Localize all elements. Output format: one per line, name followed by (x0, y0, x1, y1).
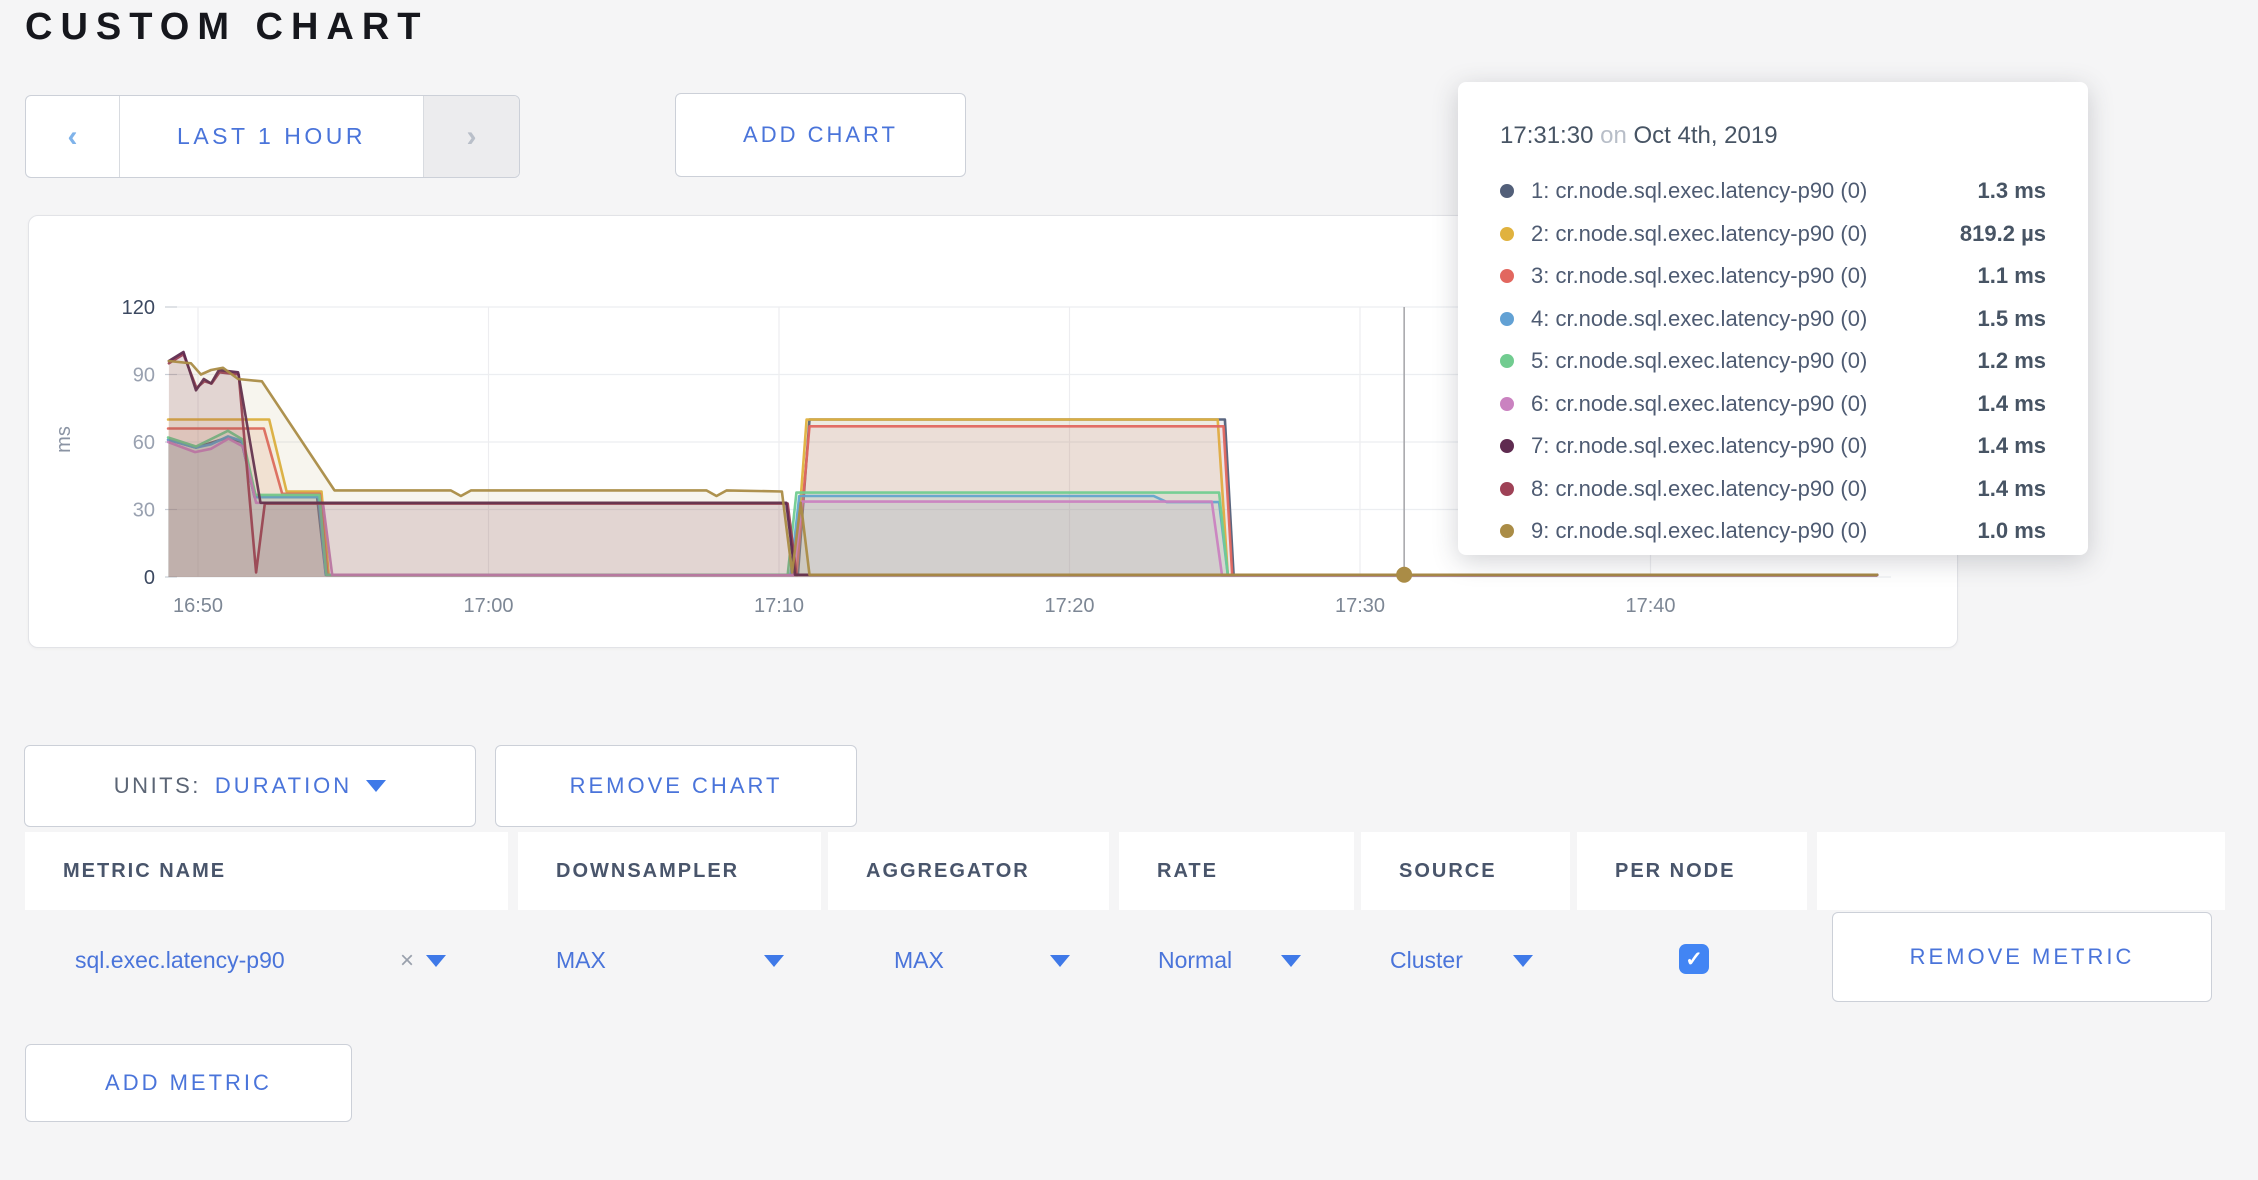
close-icon[interactable]: × (400, 947, 414, 975)
tooltip-series-value: 1.0 ms (1978, 518, 2047, 544)
series-color-dot-icon (1500, 227, 1514, 241)
series-color-dot-icon (1500, 269, 1514, 283)
tooltip-series-label: 8: cr.node.sql.exec.latency-p90 (0) (1531, 476, 1978, 502)
tooltip-row: 1: cr.node.sql.exec.latency-p90 (0)1.3 m… (1500, 170, 2046, 213)
chevron-left-icon: ‹ (68, 120, 78, 154)
downsampler-dropdown[interactable]: MAX (556, 947, 784, 974)
aggregator-value: MAX (894, 947, 944, 974)
page-title: CUSTOM CHART (25, 6, 429, 49)
downsampler-value: MAX (556, 947, 606, 974)
chart-hover-tooltip: 17:31:30 on Oct 4th, 2019 1: cr.node.sql… (1458, 82, 2088, 555)
tooltip-series-value: 819.2 µs (1960, 221, 2046, 247)
chevron-down-icon (1281, 955, 1301, 967)
x-tick-label: 17:20 (1044, 595, 1094, 617)
tooltip-row: 6: cr.node.sql.exec.latency-p90 (0)1.4 m… (1500, 383, 2046, 426)
series-color-dot-icon (1500, 439, 1514, 453)
time-range-next-button[interactable]: › (423, 96, 519, 177)
tooltip-row: 4: cr.node.sql.exec.latency-p90 (0)1.5 m… (1500, 298, 2046, 341)
units-dropdown[interactable]: UNITS: DURATION (24, 745, 476, 827)
tooltip-row: 2: cr.node.sql.exec.latency-p90 (0)819.2… (1500, 213, 2046, 256)
series-color-dot-icon (1500, 312, 1514, 326)
series-color-dot-icon (1500, 184, 1514, 198)
table-row-metric-name[interactable]: sql.exec.latency-p90 (75, 947, 285, 974)
tooltip-row: 8: cr.node.sql.exec.latency-p90 (0)1.4 m… (1500, 468, 2046, 511)
per-node-checkbox[interactable]: ✓ (1679, 944, 1709, 974)
metric-remove-x[interactable]: × (400, 947, 446, 975)
x-tick-label: 16:50 (173, 595, 223, 617)
series-color-dot-icon (1500, 397, 1514, 411)
series-color-dot-icon (1500, 354, 1514, 368)
aggregator-dropdown[interactable]: MAX (894, 947, 1070, 974)
tooltip-series-label: 3: cr.node.sql.exec.latency-p90 (0) (1531, 263, 1978, 289)
rate-dropdown[interactable]: Normal (1158, 947, 1301, 974)
units-label: UNITS: (114, 773, 201, 799)
tooltip-series-value: 1.5 ms (1978, 306, 2047, 332)
series-color-dot-icon (1500, 482, 1514, 496)
column-header-aggregator: AGGREGATOR (828, 832, 1109, 910)
tooltip-series-label: 7: cr.node.sql.exec.latency-p90 (0) (1531, 433, 1978, 459)
column-header-rate: RATE (1119, 832, 1354, 910)
tooltip-series-value: 1.4 ms (1978, 433, 2047, 459)
time-range-button[interactable]: LAST 1 HOUR (120, 96, 423, 177)
tooltip-series-value: 1.4 ms (1978, 476, 2047, 502)
y-tick-label: 0 (144, 567, 155, 589)
tooltip-series-label: 2: cr.node.sql.exec.latency-p90 (0) (1531, 221, 1960, 247)
source-dropdown[interactable]: Cluster (1390, 947, 1533, 974)
series-color-dot-icon (1500, 524, 1514, 538)
x-tick-label: 17:30 (1335, 595, 1385, 617)
chevron-down-icon[interactable] (426, 955, 446, 967)
tooltip-series-label: 1: cr.node.sql.exec.latency-p90 (0) (1531, 178, 1978, 204)
units-value: DURATION (215, 773, 352, 799)
y-tick-label: 120 (122, 297, 155, 319)
y-axis-unit-label: ms (53, 426, 76, 453)
check-icon: ✓ (1685, 947, 1703, 972)
x-tick-label: 17:00 (463, 595, 513, 617)
chevron-down-icon (1050, 955, 1070, 967)
tooltip-row: 7: cr.node.sql.exec.latency-p90 (0)1.4 m… (1500, 425, 2046, 468)
time-range-prev-button[interactable]: ‹ (26, 96, 120, 177)
column-header-per-node: PER NODE (1577, 832, 1807, 910)
tooltip-series-value: 1.3 ms (1978, 178, 2047, 204)
chevron-down-icon (764, 955, 784, 967)
tooltip-row: 3: cr.node.sql.exec.latency-p90 (0)1.1 m… (1500, 255, 2046, 298)
tooltip-series-label: 4: cr.node.sql.exec.latency-p90 (0) (1531, 306, 1978, 332)
tooltip-series-label: 5: cr.node.sql.exec.latency-p90 (0) (1531, 348, 1978, 374)
remove-metric-button[interactable]: REMOVE METRIC (1832, 912, 2212, 1002)
tooltip-series-value: 1.2 ms (1978, 348, 2047, 374)
metric-name-value[interactable]: sql.exec.latency-p90 (75, 947, 285, 974)
chevron-down-icon (366, 780, 386, 792)
column-header-downsampler: DOWNSAMPLER (518, 832, 821, 910)
tooltip-row: 9: cr.node.sql.exec.latency-p90 (0)1.0 m… (1500, 510, 2046, 553)
source-value: Cluster (1390, 947, 1463, 974)
x-tick-label: 17:40 (1625, 595, 1675, 617)
chevron-down-icon (1513, 955, 1533, 967)
y-tick-label: 90 (133, 365, 155, 387)
time-range-widget: ‹ LAST 1 HOUR › (25, 95, 520, 178)
add-metric-button[interactable]: ADD METRIC (25, 1044, 352, 1122)
column-header-actions (1817, 832, 2225, 910)
tooltip-row: 5: cr.node.sql.exec.latency-p90 (0)1.2 m… (1500, 340, 2046, 383)
tooltip-series-value: 1.1 ms (1978, 263, 2047, 289)
tooltip-header: 17:31:30 on Oct 4th, 2019 (1500, 122, 2046, 150)
rate-value: Normal (1158, 947, 1232, 974)
y-tick-label: 30 (133, 500, 155, 522)
x-tick-label: 17:10 (754, 595, 804, 617)
y-tick-label: 60 (133, 432, 155, 454)
chevron-right-icon: › (467, 120, 477, 154)
remove-chart-button[interactable]: REMOVE CHART (495, 745, 857, 827)
add-chart-button[interactable]: ADD CHART (675, 93, 966, 177)
tooltip-series-label: 6: cr.node.sql.exec.latency-p90 (0) (1531, 391, 1978, 417)
column-header-metric-name: METRIC NAME (25, 832, 508, 910)
tooltip-series-value: 1.4 ms (1978, 391, 2047, 417)
tooltip-rows: 1: cr.node.sql.exec.latency-p90 (0)1.3 m… (1500, 170, 2046, 553)
tooltip-time: 17:31:30 (1500, 122, 1593, 149)
hover-point-dot (1396, 567, 1412, 583)
tooltip-series-label: 9: cr.node.sql.exec.latency-p90 (0) (1531, 518, 1978, 544)
column-header-source: SOURCE (1361, 832, 1570, 910)
